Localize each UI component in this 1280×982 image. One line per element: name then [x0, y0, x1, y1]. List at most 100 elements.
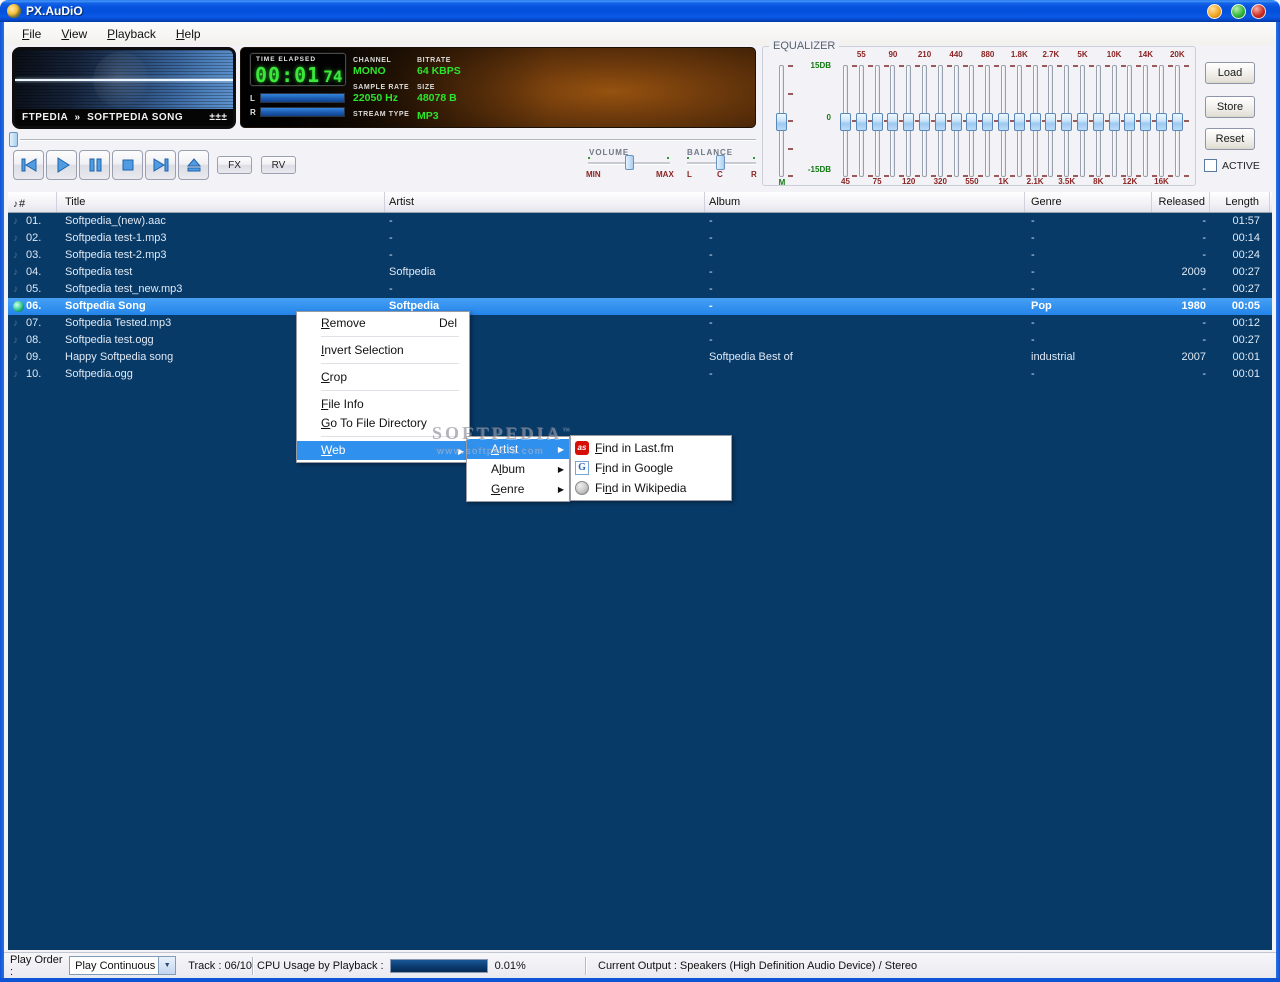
eq-active-checkbox[interactable]	[1204, 159, 1217, 172]
eq-band-55-track[interactable]	[855, 65, 867, 177]
eq-band-75-track[interactable]	[871, 65, 883, 177]
playlist-row[interactable]: 06. Softpedia Song Softpedia - Pop 1980 00:05	[8, 298, 1272, 315]
eq-band-1K-thumb[interactable]	[998, 113, 1009, 131]
eq-band-2.1K-track[interactable]	[1029, 65, 1041, 177]
column-header-released[interactable]: Released	[1152, 192, 1210, 212]
reset-button[interactable]: Reset	[1205, 128, 1255, 150]
eq-band-880-track[interactable]	[982, 65, 994, 177]
eq-band-3.5K-thumb[interactable]	[1061, 113, 1073, 131]
playlist-row[interactable]: 04. Softpedia test Softpedia - - 2009 00:27	[8, 264, 1272, 281]
eq-band-5K-track[interactable]	[1077, 65, 1088, 177]
eq-band-75-thumb[interactable]	[871, 113, 883, 131]
eq-band-210-thumb[interactable]	[919, 113, 930, 131]
previous-button[interactable]	[13, 150, 44, 180]
eq-band-90-track[interactable]	[887, 65, 899, 177]
web-submenu-item-artist[interactable]: Artist ▶	[467, 439, 569, 459]
find-item-wikipedia[interactable]: Find in Wikipedia	[571, 478, 731, 498]
playlist-row[interactable]: 09.Happy Softpedia song-Softpedia Best o…	[8, 349, 1272, 366]
balance-slider-thumb[interactable]	[716, 155, 725, 170]
eq-band-16K-thumb[interactable]	[1156, 113, 1167, 131]
eq-band-90-thumb[interactable]	[887, 113, 899, 131]
menubar-item-view[interactable]: View	[51, 24, 97, 44]
play-order-dropdown[interactable]: Play Continuous ▼	[69, 956, 177, 975]
load-button[interactable]: Load	[1205, 62, 1255, 84]
eq-band-550-track[interactable]	[966, 65, 978, 177]
visualization-panel[interactable]: FTPEDIA » SOFTPEDIA SONG ±±± S	[12, 47, 236, 129]
stop-button[interactable]	[112, 150, 143, 180]
menu-item-invert-selection[interactable]: Invert Selection	[297, 341, 469, 360]
seek-slider-handle[interactable]	[9, 132, 18, 147]
eq-band-320-track[interactable]	[934, 65, 946, 177]
eq-band-14K-track[interactable]	[1140, 65, 1152, 177]
menubar-item-help[interactable]: Help	[166, 24, 211, 44]
eq-band-8K-track[interactable]	[1092, 65, 1104, 177]
eq-band-8K-thumb[interactable]	[1092, 113, 1104, 131]
chevron-down-icon[interactable]: ▼	[158, 957, 176, 974]
eq-band-45-thumb[interactable]	[840, 113, 851, 131]
find-item-google[interactable]: G Find in Google	[571, 458, 731, 478]
eq-band-880-thumb[interactable]	[982, 113, 994, 131]
column-header-album[interactable]: Album	[705, 192, 1025, 212]
playlist-row[interactable]: 01. Softpedia_(new).aac - - - - 01:57	[8, 213, 1272, 230]
seek-slider-track[interactable]	[20, 139, 756, 141]
column-header-title[interactable]: Title	[57, 192, 385, 212]
maximize-button[interactable]	[1231, 4, 1246, 19]
column-header-num[interactable]: #	[8, 192, 57, 212]
time-display[interactable]: TIME ELAPSED 00:01 74	[250, 53, 346, 87]
playlist-row[interactable]: 10.Softpedia.ogg----00:01	[8, 366, 1272, 383]
eq-band-440-thumb[interactable]	[950, 113, 962, 131]
eq-band-550-thumb[interactable]	[966, 113, 978, 131]
eq-master-slider-track[interactable]	[776, 65, 787, 177]
playlist-row[interactable]: 02. Softpedia test-1.mp3 - - - - 00:14	[8, 230, 1272, 247]
close-button[interactable]	[1251, 4, 1266, 19]
eq-band-1.8K-track[interactable]	[1013, 65, 1025, 177]
eq-band-120-thumb[interactable]	[903, 113, 915, 131]
minimize-button[interactable]	[1207, 4, 1222, 19]
eq-band-5K-thumb[interactable]	[1077, 113, 1088, 131]
eq-band-12K-thumb[interactable]	[1124, 113, 1136, 131]
eq-master-slider-thumb[interactable]	[776, 113, 787, 131]
eq-band-120-track[interactable]	[903, 65, 915, 177]
menu-item-go-to-file-directory[interactable]: Go To File Directory	[297, 414, 469, 433]
eq-band-1K-track[interactable]	[998, 65, 1009, 177]
eq-band-320-thumb[interactable]	[934, 113, 946, 131]
column-header-genre[interactable]: Genre	[1025, 192, 1152, 212]
playlist-row[interactable]: 07.Softpedia Tested.mp3----00:12	[8, 315, 1272, 332]
eq-band-2.7K-thumb[interactable]	[1045, 113, 1057, 131]
find-item-lastfm[interactable]: as Find in Last.fm	[571, 438, 731, 458]
pause-button[interactable]	[79, 150, 110, 180]
play-button[interactable]	[46, 150, 77, 180]
menu-item-web[interactable]: Web ▶	[297, 441, 469, 460]
menubar-item-playback[interactable]: Playback	[97, 24, 166, 44]
web-submenu-item-genre[interactable]: Genre ▶	[467, 479, 569, 499]
eject-button[interactable]	[178, 150, 209, 180]
eq-band-20K-track[interactable]	[1171, 65, 1183, 177]
eq-band-1.8K-thumb[interactable]	[1013, 113, 1025, 131]
menu-item-crop[interactable]: Crop	[297, 368, 469, 387]
eq-band-10K-thumb[interactable]	[1108, 113, 1120, 131]
eq-band-2.1K-thumb[interactable]	[1029, 113, 1041, 131]
eq-band-10K-track[interactable]	[1108, 65, 1120, 177]
eq-band-440-track[interactable]	[950, 65, 962, 177]
menubar-item-file[interactable]: File	[12, 24, 51, 44]
menu-item-file-info[interactable]: File Info	[297, 395, 469, 414]
eq-band-20K-thumb[interactable]	[1171, 113, 1183, 131]
eq-band-45-track[interactable]	[840, 65, 851, 177]
eq-band-14K-thumb[interactable]	[1140, 113, 1152, 131]
web-submenu-item-album[interactable]: Album ▶	[467, 459, 569, 479]
eq-band-210-track[interactable]	[919, 65, 930, 177]
eq-band-12K-track[interactable]	[1124, 65, 1136, 177]
playlist-row[interactable]: 05. Softpedia test_new.mp3 - - - - 00:27	[8, 281, 1272, 298]
column-header-length[interactable]: Length	[1210, 192, 1270, 212]
eq-band-16K-track[interactable]	[1156, 65, 1167, 177]
eq-band-55-thumb[interactable]	[855, 113, 867, 131]
fx-button[interactable]: FX	[217, 156, 252, 174]
rv-button[interactable]: RV	[261, 156, 296, 174]
eq-band-3.5K-track[interactable]	[1061, 65, 1073, 177]
volume-slider-thumb[interactable]	[625, 155, 634, 170]
playlist-row[interactable]: 03. Softpedia test-2.mp3 - - - - 00:24	[8, 247, 1272, 264]
next-button[interactable]	[145, 150, 176, 180]
menu-item-remove[interactable]: Remove Del	[297, 314, 469, 333]
playlist-row[interactable]: 08.Softpedia test.ogg----00:27	[8, 332, 1272, 349]
eq-band-2.7K-track[interactable]	[1045, 65, 1057, 177]
